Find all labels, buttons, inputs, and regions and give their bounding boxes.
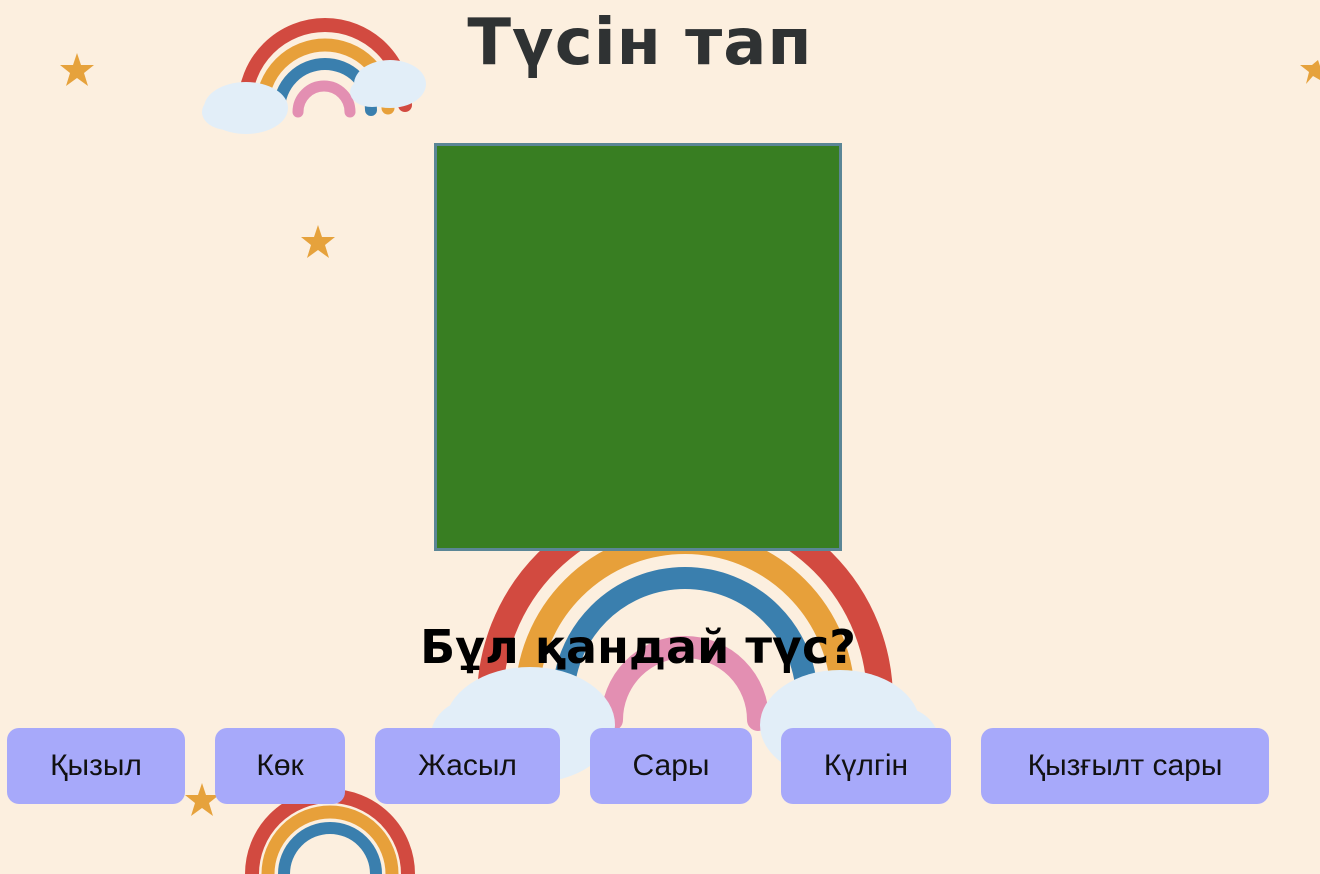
answer-button-blue[interactable]: Көк [215,728,345,804]
rainbow-icon [245,789,415,874]
star-icon [301,225,335,258]
star-icon [1300,60,1320,84]
star-icon [185,783,219,816]
page-title: Түсін тап [467,6,813,80]
color-game-page: Түсін тап Бұл қандай түс? Қызыл Көк Жасы… [0,0,1320,874]
answer-button-yellow[interactable]: Сары [590,728,752,804]
answer-button-purple[interactable]: Күлгін [781,728,951,804]
answer-button-orange[interactable]: Қызғылт сары [981,728,1269,804]
answer-button-red[interactable]: Қызыл [7,728,185,804]
question-text: Бұл қандай түс? [420,620,856,674]
answer-button-green[interactable]: Жасыл [375,728,560,804]
color-swatch [434,143,842,551]
